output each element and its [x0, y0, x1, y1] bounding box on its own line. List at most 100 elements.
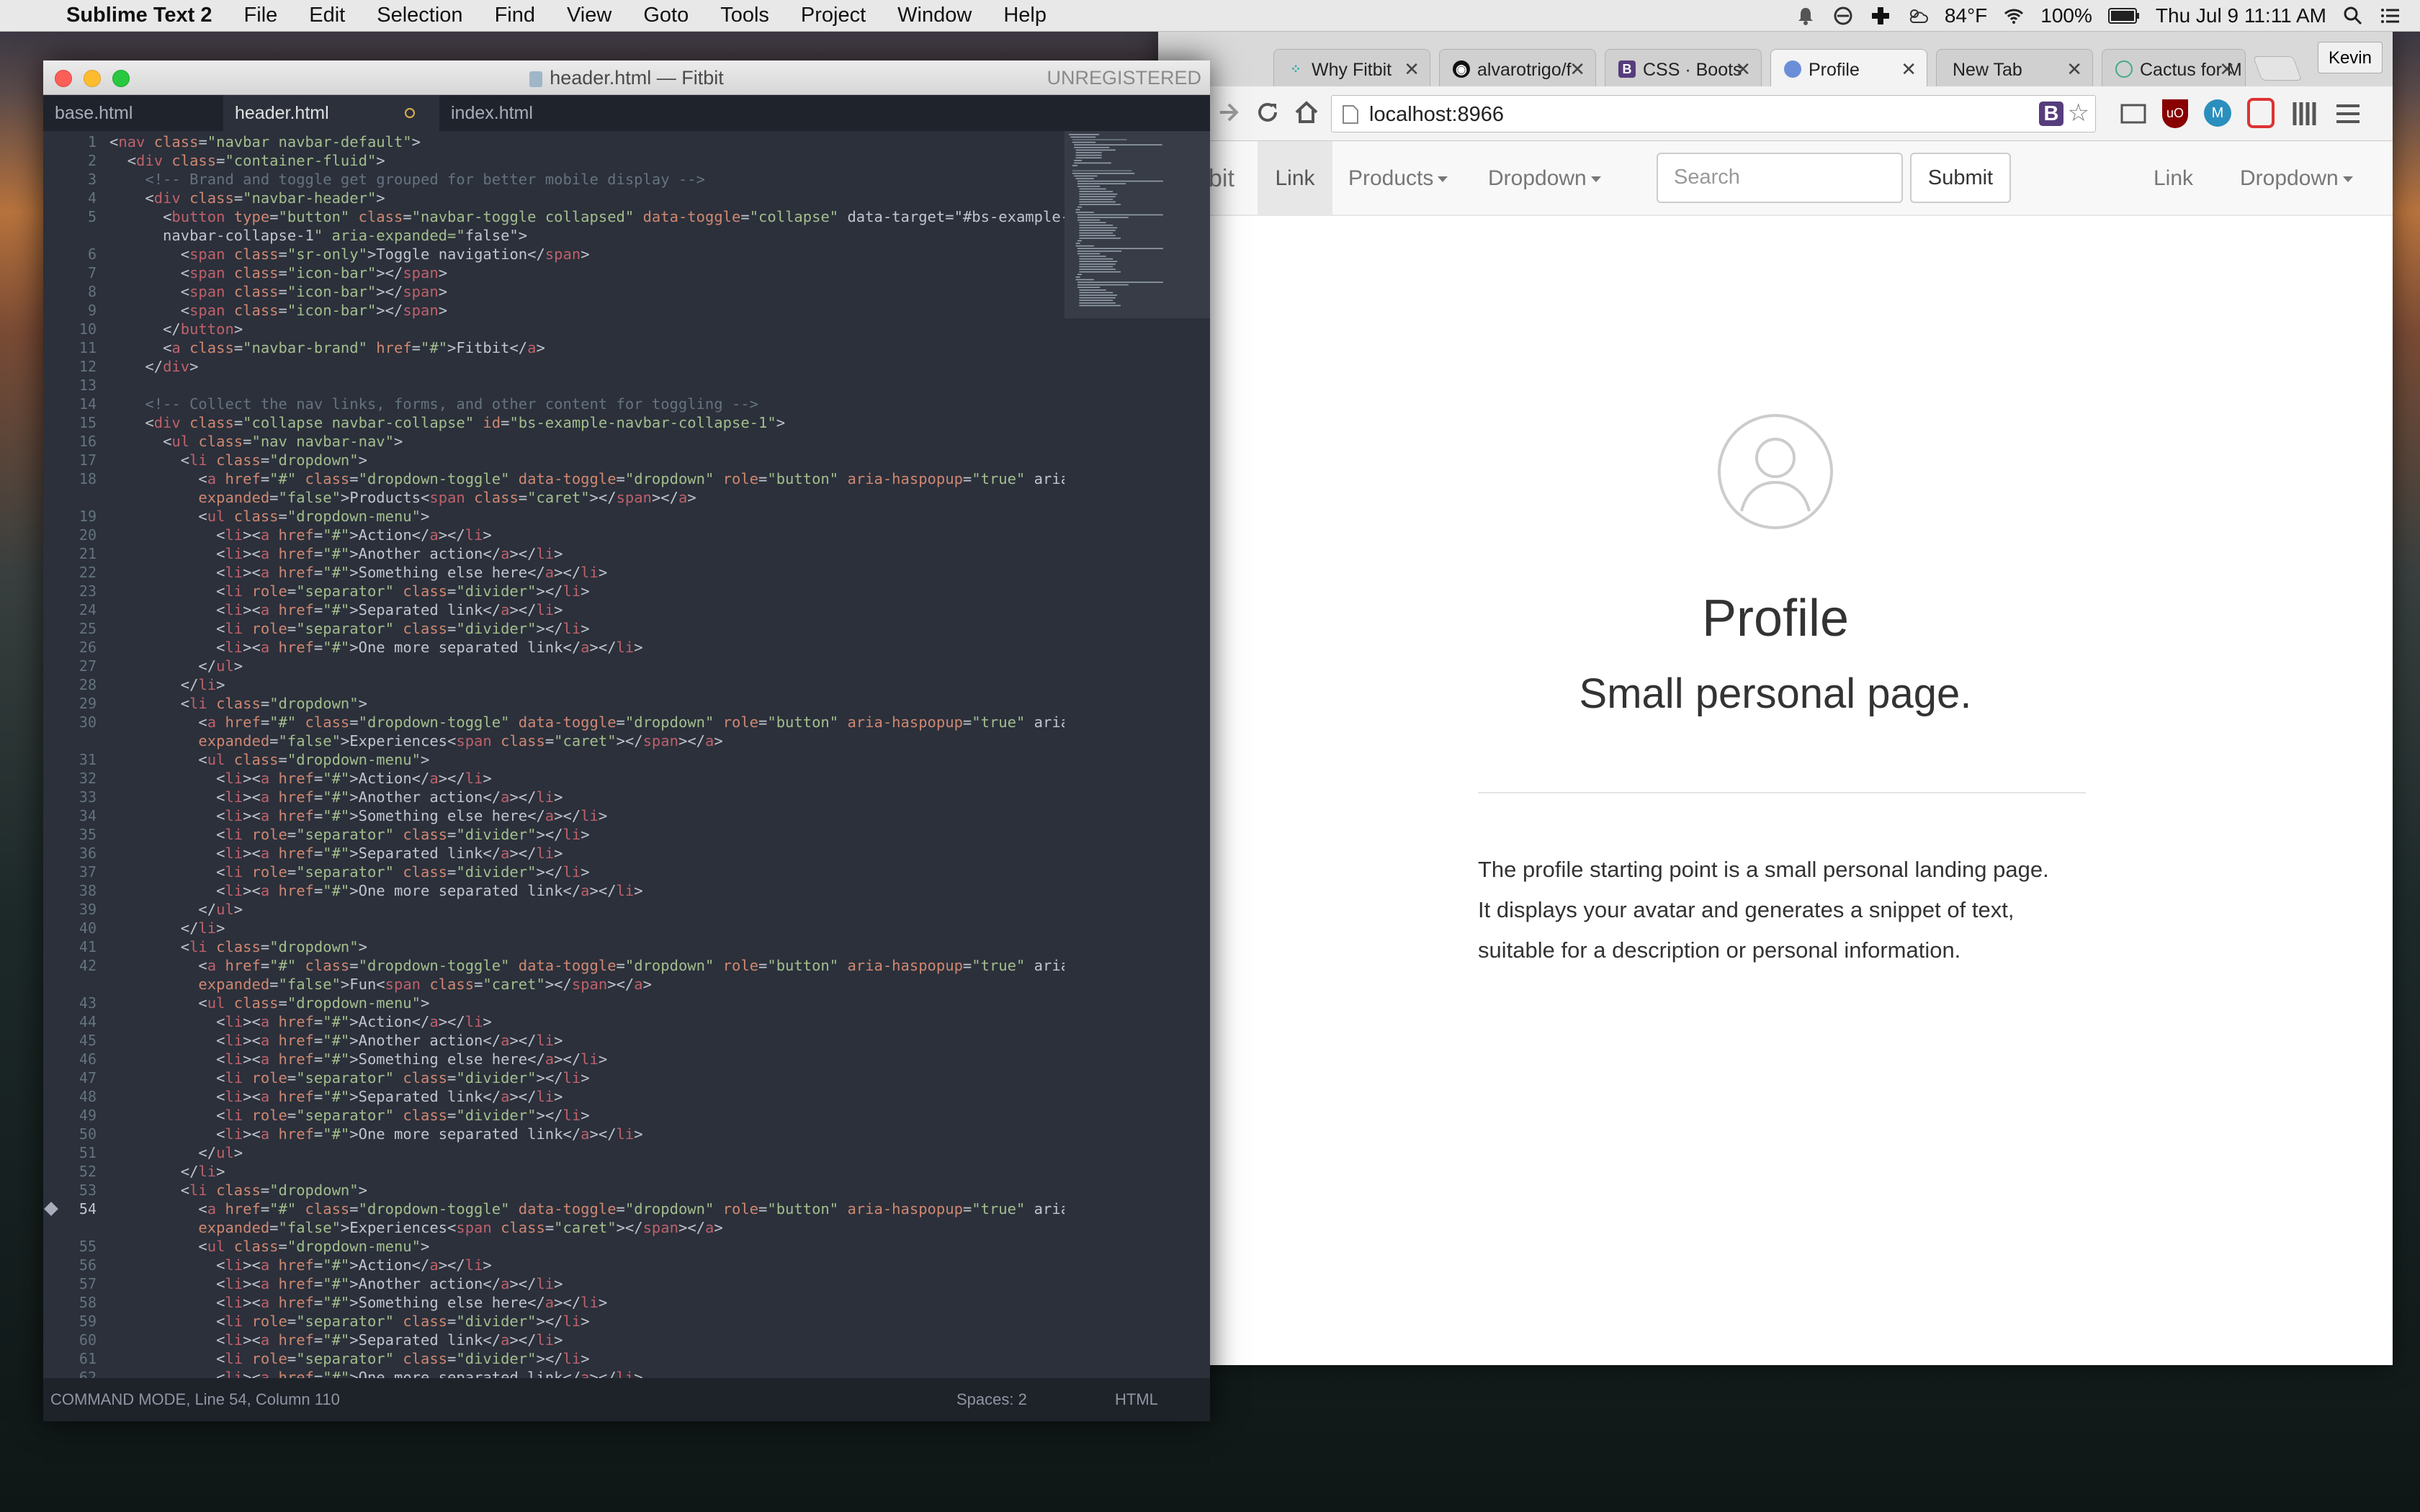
code-line[interactable]: <li><a href="#">Something else here</a><…	[109, 563, 607, 582]
close-window-icon[interactable]	[55, 70, 72, 87]
menu-window[interactable]: Window	[897, 4, 972, 27]
nav-right-link[interactable]: Link	[2154, 141, 2193, 216]
wifi-icon[interactable]	[2003, 5, 2025, 27]
code-line[interactable]: <ul class="dropdown-menu">	[109, 507, 429, 526]
menu-file[interactable]: File	[244, 4, 278, 27]
bootstrap-extension-icon[interactable]: B	[2039, 102, 2063, 126]
address-bar[interactable]: localhost:8966 B ☆	[1331, 95, 2096, 132]
spotlight-search-icon[interactable]	[2342, 5, 2364, 27]
menu-goto[interactable]: Goto	[643, 4, 689, 27]
code-line[interactable]: <a class="navbar-brand" href="#">Fitbit<…	[109, 338, 545, 357]
code-line[interactable]: <li><a href="#">Separated link</a></li>	[109, 1087, 563, 1106]
code-line[interactable]: <li><a href="#">Action</a></li>	[109, 769, 492, 788]
code-line[interactable]: <li role="separator" class="divider"></l…	[109, 863, 589, 881]
weather-temperature[interactable]: 84°F	[1945, 4, 1987, 27]
new-tab-button[interactable]	[2252, 56, 2303, 81]
code-line[interactable]: <span class="icon-bar"></span>	[109, 301, 447, 320]
nav-products-dropdown[interactable]: Products	[1348, 141, 1448, 216]
code-line[interactable]: <a href="#" class="dropdown-toggle" data…	[109, 469, 1078, 488]
code-line[interactable]: <li><a href="#">Another action</a></li>	[109, 788, 563, 806]
plus-icon[interactable]	[1870, 5, 1891, 27]
code-line[interactable]: <li role="separator" class="divider"></l…	[109, 619, 589, 638]
menu-project[interactable]: Project	[801, 4, 866, 27]
code-line[interactable]: </ul>	[109, 1143, 243, 1162]
clock[interactable]: Thu Jul 9 11:11 AM	[2156, 4, 2326, 27]
code-line[interactable]: <li><a href="#">Separated link</a></li>	[109, 844, 563, 863]
code-line[interactable]: <li><a href="#">One more separated link<…	[109, 638, 642, 657]
code-line[interactable]: </ul>	[109, 900, 243, 919]
code-line[interactable]: expanded="false">Experiences<span class=…	[109, 732, 722, 750]
browser-tab-new-tab[interactable]: New Tab ✕	[1936, 49, 2093, 86]
code-line[interactable]: </button>	[109, 320, 243, 338]
code-line[interactable]: <div class="navbar-header">	[109, 189, 385, 207]
code-line[interactable]: <li><a href="#">Another action</a></li>	[109, 544, 563, 563]
code-line[interactable]: <a href="#" class="dropdown-toggle" data…	[109, 956, 1078, 975]
status-syntax[interactable]: HTML	[1115, 1378, 1158, 1421]
code-line[interactable]: <div class="container-fluid">	[109, 151, 385, 170]
code-line[interactable]: <li><a href="#">Separated link</a></li>	[109, 600, 563, 619]
hamburger-menu-icon[interactable]	[2334, 99, 2362, 128]
code-line[interactable]: navbar-collapse-1" aria-expanded="false"…	[109, 226, 527, 245]
zoom-window-icon[interactable]	[112, 70, 130, 87]
browser-tab-profile[interactable]: Profile ✕	[1770, 49, 1927, 86]
code-line[interactable]: <li role="separator" class="divider"></l…	[109, 1106, 589, 1125]
code-line[interactable]: <li><a href="#">One more separated link<…	[109, 1368, 642, 1378]
menu-help[interactable]: Help	[1003, 4, 1047, 27]
menu-selection[interactable]: Selection	[377, 4, 462, 27]
code-line[interactable]: <li><a href="#">Another action</a></li>	[109, 1031, 563, 1050]
battery-icon[interactable]	[2107, 8, 2140, 24]
browser-tab-why-fitbit[interactable]: ⁘ Why Fitbit ✕	[1273, 49, 1430, 86]
status-indentation[interactable]: Spaces: 2	[956, 1378, 1027, 1421]
code-line[interactable]: <nav class="navbar navbar-default">	[109, 132, 421, 151]
code-line[interactable]: <li><a href="#">Action</a></li>	[109, 526, 492, 544]
bookmark-star-icon[interactable]: ☆	[2068, 99, 2089, 127]
minimize-window-icon[interactable]	[84, 70, 101, 87]
close-tab-icon[interactable]: ✕	[1569, 58, 1585, 81]
code-line[interactable]: </li>	[109, 919, 225, 937]
code-line[interactable]: <li role="separator" class="divider"></l…	[109, 1312, 589, 1331]
browser-tab-bootstrap[interactable]: B CSS · Boots ✕	[1605, 49, 1762, 86]
bookmark-icon[interactable]	[44, 1202, 58, 1216]
code-line[interactable]: <li role="separator" class="divider"></l…	[109, 582, 589, 600]
code-editor[interactable]: 1 2 3 4 5 6 7 8 9 10 11 12 13 14 15 16 17 18 19 20 21 22 23 24 2…	[43, 131, 1210, 1378]
sync-status-icon[interactable]	[1832, 5, 1854, 27]
code-line[interactable]: <li><a href="#">Something else here</a><…	[109, 1293, 607, 1312]
menu-app[interactable]: Sublime Text 2	[66, 4, 212, 27]
code-line[interactable]: <a href="#" class="dropdown-toggle" data…	[109, 1200, 1078, 1218]
minimap-viewport[interactable]	[1065, 131, 1210, 318]
code-line[interactable]: </li>	[109, 1162, 225, 1181]
code-line[interactable]: <button type="button" class="navbar-togg…	[109, 207, 1070, 226]
code-line[interactable]: <li><a href="#">Something else here</a><…	[109, 1050, 607, 1068]
menu-edit[interactable]: Edit	[309, 4, 345, 27]
code-line[interactable]: <li role="separator" class="divider"></l…	[109, 825, 589, 844]
code-line[interactable]: <li><a href="#">One more separated link<…	[109, 881, 642, 900]
battery-percent[interactable]: 100%	[2040, 4, 2092, 27]
code-line[interactable]: <span class="icon-bar"></span>	[109, 264, 447, 282]
reload-icon[interactable]	[1253, 98, 1282, 127]
columns-icon[interactable]	[2290, 99, 2319, 128]
code-line[interactable]: expanded="false">Fun<span class="caret">…	[109, 975, 652, 994]
close-tab-icon[interactable]: ✕	[2066, 58, 2082, 81]
code-line[interactable]: expanded="false">Products<span class="ca…	[109, 488, 696, 507]
code-line[interactable]: <ul class="dropdown-menu">	[109, 994, 429, 1012]
forward-arrow-icon[interactable]	[1214, 98, 1243, 127]
code-line[interactable]: <li><a href="#">Action</a></li>	[109, 1012, 492, 1031]
notification-bell-icon[interactable]	[1795, 5, 1816, 27]
code-line[interactable]: <!-- Brand and toggle get grouped for be…	[109, 170, 705, 189]
home-icon[interactable]	[1292, 98, 1321, 127]
close-tab-icon[interactable]: ✕	[1404, 58, 1420, 81]
code-line[interactable]: expanded="false">Experiences<span class=…	[109, 1218, 722, 1237]
nav-right-dropdown[interactable]: Dropdown	[2240, 141, 2353, 216]
code-line[interactable]: <ul class="nav navbar-nav">	[109, 432, 403, 451]
menu-tools[interactable]: Tools	[720, 4, 769, 27]
code-line[interactable]: <li><a href="#">Separated link</a></li>	[109, 1331, 563, 1349]
code-line[interactable]: <li role="separator" class="divider"></l…	[109, 1068, 589, 1087]
extension-m-icon[interactable]: M	[2204, 99, 2231, 127]
minimap[interactable]	[1065, 131, 1210, 1378]
code-line[interactable]: <li class="dropdown">	[109, 1181, 367, 1200]
code-line[interactable]: <span class="icon-bar"></span>	[109, 282, 447, 301]
navbar-search-input[interactable]: Search	[1657, 153, 1903, 203]
cast-icon[interactable]	[2119, 99, 2148, 128]
editor-tab-base[interactable]: base.html	[43, 95, 223, 131]
code-line[interactable]: <ul class="dropdown-menu">	[109, 750, 429, 769]
